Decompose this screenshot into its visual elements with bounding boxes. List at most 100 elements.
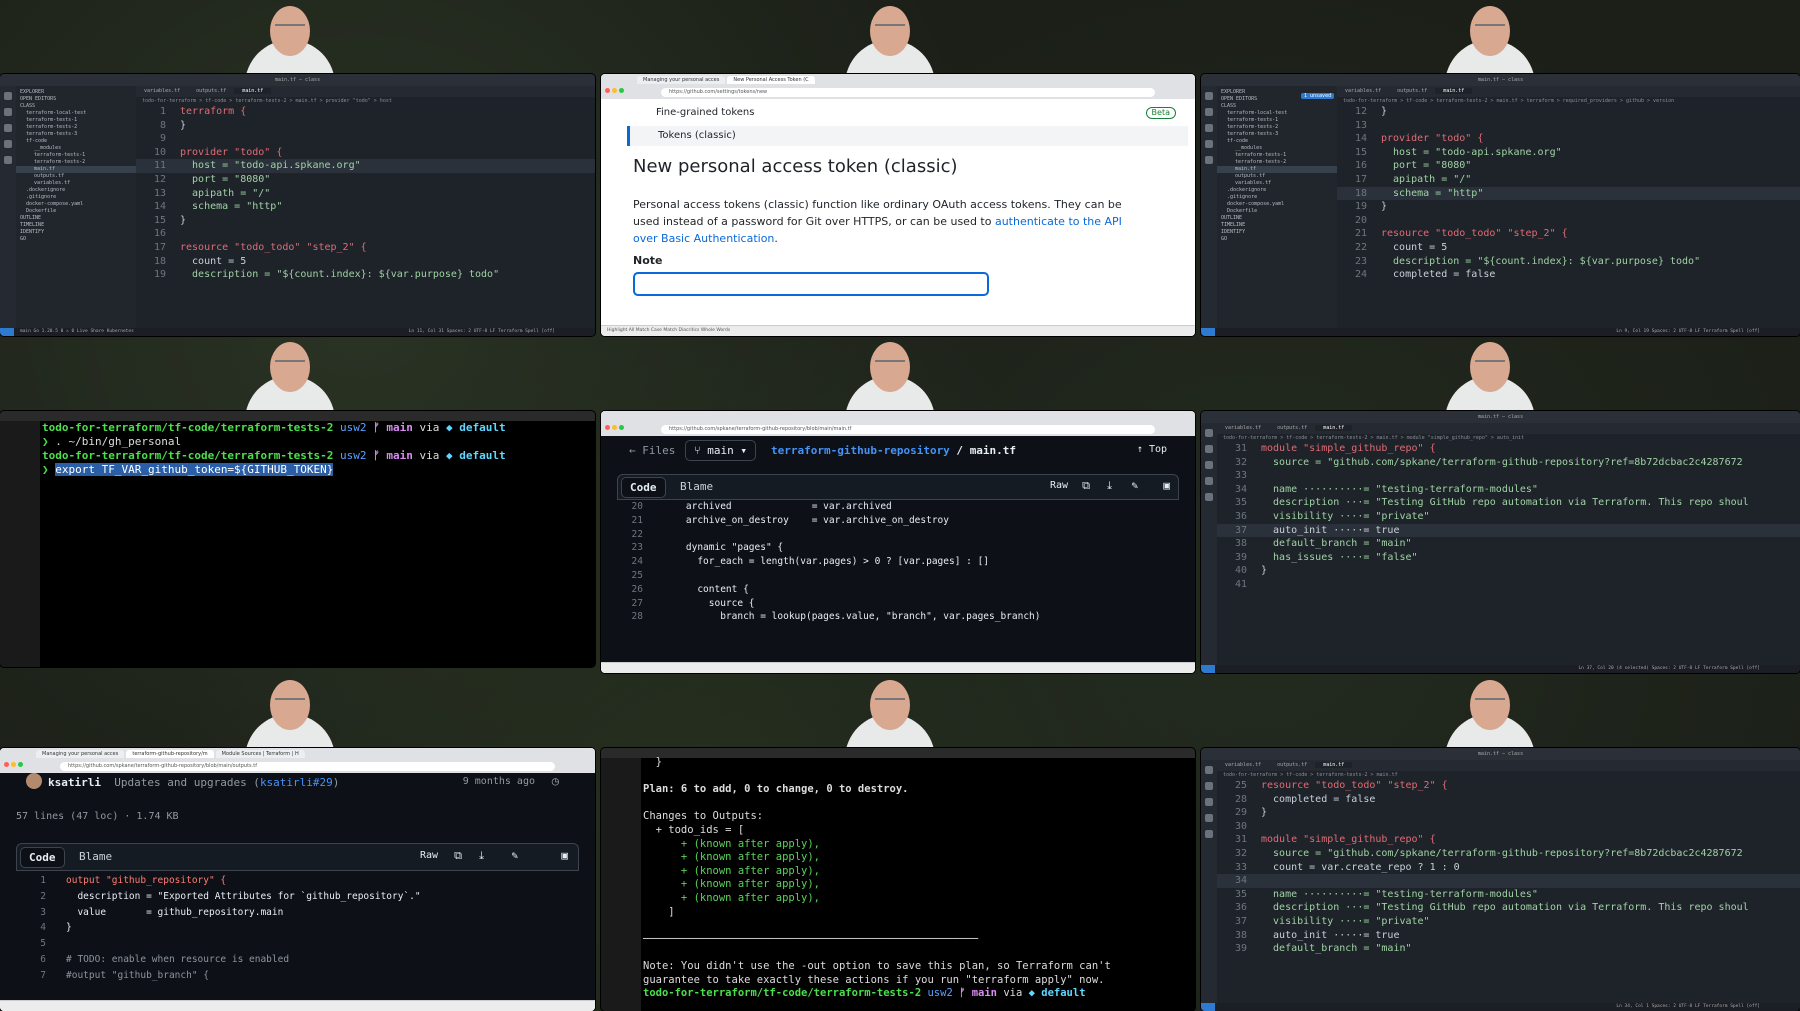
avatar[interactable] [26, 773, 42, 789]
code-line[interactable]: 25 resource "todo_todo" "step_2" { [1217, 779, 1800, 793]
code-line[interactable]: 12 port = "8080" [136, 173, 595, 187]
search-icon[interactable] [1205, 108, 1213, 116]
browser-tab[interactable]: Managing your personal acces [637, 76, 726, 84]
source-control-icon[interactable] [1205, 461, 1213, 469]
sidebar-item[interactable]: __modules [16, 145, 136, 152]
code-line[interactable]: 18 count = 5 [136, 255, 595, 269]
code-line[interactable]: 6 # TODO: enable when resource is enabled [16, 952, 579, 968]
note-input[interactable] [633, 272, 989, 296]
code-line[interactable]: 20 archived = var.archived [617, 500, 1179, 514]
code-line[interactable]: 28 branch = lookup(pages.value, "branch"… [617, 610, 1179, 624]
code-line[interactable]: 1 terraform { [136, 105, 595, 119]
code-line[interactable]: 35 description ···= "Testing GitHub repo… [1217, 496, 1800, 510]
code-line[interactable]: 31 module "simple_github_repo" { [1217, 833, 1800, 847]
code-line[interactable]: 29} [1217, 806, 1800, 820]
sidebar-item[interactable]: __modules [1217, 145, 1337, 152]
explorer-sidebar[interactable]: EXPLORER OPEN EDITORS CLASS terraform-local… [1217, 86, 1337, 328]
sidebar-item[interactable]: terraform-local-test [16, 110, 136, 117]
status-right[interactable]: Ln 34, Col 1 Spaces: 2 UTF-8 LF Terrafor… [1616, 1003, 1760, 1011]
tab-blame[interactable]: Blame [79, 850, 112, 863]
code-line[interactable]: 17 apipath = "/" [1337, 173, 1800, 187]
editor-tabs[interactable]: variables.tf outputs.tf main.tf [136, 86, 595, 97]
code-line[interactable]: 16 [136, 227, 595, 241]
sidebar-item[interactable]: Dockerfile [1217, 208, 1337, 215]
editor-tabs[interactable]: variables.tf outputs.tf main.tf [1217, 423, 1800, 434]
sidebar-item[interactable]: variables.tf [1217, 180, 1337, 187]
address-bar[interactable]: https://github.com/spkane/terraform-gith… [661, 425, 1155, 434]
code-line[interactable]: 40} [1217, 564, 1800, 578]
tab-code[interactable]: Code [621, 477, 666, 498]
debug-icon[interactable] [1205, 814, 1213, 822]
symbols-icon[interactable]: ▣ [1163, 479, 1170, 492]
editor-area[interactable]: variables.tf outputs.tf main.tf todo-for-t… [136, 86, 595, 328]
code-line[interactable]: 32 source = "github.com/spkane/terraform… [1217, 847, 1800, 861]
code-line[interactable]: 41 [1217, 578, 1800, 592]
find-bar[interactable]: Highlight All Match Case Match Diacritic… [601, 325, 1195, 336]
code-line[interactable]: 36 description ···= "Testing GitHub repo… [1217, 901, 1800, 915]
code-line[interactable]: 18 schema = "http" [1337, 186, 1800, 201]
status-left[interactable]: main Go 1.20.5 0 ⚠ 0 Live Share Kubernet… [20, 329, 134, 334]
file-code[interactable]: 20 archived = var.archived 21 archive_on_… [617, 500, 1179, 624]
sidebar-item[interactable]: GO [16, 236, 136, 243]
activity-bar[interactable] [1201, 423, 1217, 665]
tab-variables[interactable]: variables.tf [136, 88, 188, 94]
code-line[interactable]: 25 [617, 569, 1179, 583]
top-button[interactable]: ↑ Top [1137, 444, 1167, 455]
tab-main[interactable]: main.tf [234, 88, 272, 94]
status-right[interactable]: Ln 37, Col 20 (4 selected) Spaces: 2 UTF… [1578, 665, 1760, 673]
debug-icon[interactable] [1205, 477, 1213, 485]
sidebar-item[interactable]: main.tf [1217, 166, 1337, 173]
sidebar-item[interactable]: .dockerignore [16, 187, 136, 194]
nav-fine-grained[interactable]: Fine-grained tokens Beta [631, 104, 1186, 122]
sidebar-item[interactable]: terraform-tests-2 [1217, 124, 1337, 131]
sidebar-item[interactable]: terraform-local-test [1217, 110, 1337, 117]
code-line[interactable]: 7 #output "github_branch" { [16, 968, 579, 984]
find-bar[interactable] [0, 1000, 595, 1011]
code-line[interactable]: 15 host = "todo-api.spkane.org" [1337, 146, 1800, 160]
window-controls[interactable] [605, 78, 626, 97]
raw-button[interactable]: Raw [420, 850, 438, 861]
sidebar-item[interactable]: terraform-tests-1 [1217, 152, 1337, 159]
extensions-icon[interactable] [1205, 156, 1213, 164]
symbols-icon[interactable]: ▣ [561, 849, 568, 862]
sidebar-item[interactable]: variables.tf [16, 180, 136, 187]
terminal-output[interactable]: todo-for-terraform/tf-code/terraform-tes… [42, 421, 595, 477]
sidebar-item[interactable]: Dockerfile [16, 208, 136, 215]
sidebar-item[interactable]: terraform-tests-2 [1217, 159, 1337, 166]
code-line[interactable]: 35 name ··········= "testing-terraform-m… [1217, 888, 1800, 902]
code-line[interactable]: 8} [136, 119, 595, 133]
breadcrumb[interactable]: todo-for-terraform > tf-code > terraform… [1337, 97, 1800, 105]
sidebar-item[interactable]: .gitignore [16, 194, 136, 201]
code-editor[interactable]: 31 module "simple_github_repo" {32 source… [1217, 442, 1800, 592]
code-line[interactable]: 24 completed = false [1337, 268, 1800, 282]
code-line[interactable]: 27 source { [617, 597, 1179, 611]
sidebar-item[interactable]: terraform-tests-1 [16, 152, 136, 159]
extensions-icon[interactable] [1205, 830, 1213, 838]
sidebar-item[interactable]: TIMELINE [16, 222, 136, 229]
sidebar-item[interactable]: .dockerignore [1217, 187, 1337, 194]
editor-area[interactable]: variables.tf outputs.tf main.tf todo-for-t… [1337, 86, 1800, 328]
commit-pr-link[interactable]: ksatirli#29 [260, 776, 333, 789]
file-code[interactable]: 1 output "github_repository" {2 descripti… [16, 873, 579, 984]
code-line[interactable]: 36 visibility ····= "private" [1217, 510, 1800, 524]
code-line[interactable]: 14 schema = "http" [136, 200, 595, 214]
copy-icon[interactable]: ⧉ [454, 849, 462, 863]
sidebar-item[interactable]: OPEN EDITORS [16, 96, 136, 103]
code-line[interactable]: 23 dynamic "pages" { [617, 541, 1179, 555]
sidebar-item[interactable]: TIMELINE [1217, 222, 1337, 229]
code-line[interactable]: 31 module "simple_github_repo" { [1217, 442, 1800, 456]
status-right[interactable]: Ln 9, Col 19 Spaces: 2 UTF-8 LF Terrafor… [1616, 328, 1760, 336]
sidebar-item[interactable]: OUTLINE [16, 215, 136, 222]
commit-author[interactable]: ksatirli [48, 776, 101, 789]
files-icon[interactable] [1205, 766, 1213, 774]
files-icon[interactable] [1205, 429, 1213, 437]
code-line[interactable]: 10 provider "todo" { [136, 146, 595, 160]
sidebar-item[interactable]: IDENTIFY [16, 229, 136, 236]
sidebar-item[interactable]: terraform-tests-1 [1217, 117, 1337, 124]
code-line[interactable]: 17 resource "todo_todo" "step_2" { [136, 241, 595, 255]
code-line[interactable]: 16 port = "8080" [1337, 159, 1800, 173]
address-bar[interactable]: https://github.com/settings/tokens/new [661, 88, 1155, 97]
debug-icon[interactable] [4, 140, 12, 148]
sidebar-item[interactable]: terraform-tests-2 [16, 159, 136, 166]
code-line[interactable]: 23 description = "${count.index}: ${var.… [1337, 255, 1800, 269]
